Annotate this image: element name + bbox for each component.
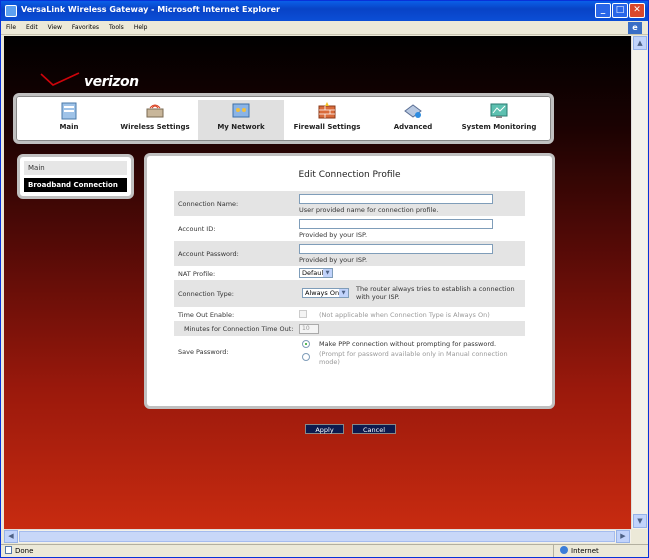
timeout-minutes-label: Minutes for Connection Time Out: (184, 325, 294, 333)
cancel-button[interactable]: Cancel (352, 424, 396, 434)
firewall-icon (318, 102, 336, 119)
close-button[interactable]: ✕ (629, 3, 645, 18)
timeout-enable-row: Time Out Enable: (Not applicable when Co… (174, 307, 525, 321)
timeout-minutes-input[interactable]: 10 (299, 324, 319, 334)
timeout-enable-hint: (Not applicable when Connection Type is … (319, 311, 490, 319)
menu-edit[interactable]: Edit (21, 21, 43, 31)
timeout-enable-label: Time Out Enable: (178, 311, 235, 319)
connection-type-hint: The router always tries to establish a c… (356, 285, 515, 301)
edit-connection-panel: Edit Connection Profile Connection Name:… (144, 153, 555, 434)
account-id-row: Account ID: Provided by your ISP. (174, 216, 525, 241)
sidebar-item-main[interactable]: Main (24, 161, 127, 175)
account-id-label: Account ID: (178, 225, 216, 233)
connection-name-label: Connection Name: (178, 200, 239, 208)
status-text: Done (15, 547, 34, 555)
nav-advanced[interactable]: Advanced (370, 100, 456, 140)
account-password-input[interactable] (299, 244, 493, 254)
save-password-label: Save Password: (178, 348, 229, 356)
logo-word: verizon (84, 74, 139, 90)
save-password-row: Save Password: Make PPP connection witho… (174, 336, 525, 368)
account-password-row: Account Password: Provided by your ISP. (174, 241, 525, 266)
zone-text: Internet (571, 547, 599, 555)
title-bar: VersaLink Wireless Gateway - Microsoft I… (1, 1, 648, 21)
menu-bar: File Edit View Favorites Tools Help e (1, 21, 648, 35)
wireless-settings-icon (146, 104, 164, 118)
connection-type-select[interactable]: Always On ▼ (302, 288, 349, 298)
nav-firewall-settings[interactable]: Firewall Settings (284, 100, 370, 140)
minimize-button[interactable]: _ (595, 3, 611, 18)
scroll-down-icon[interactable]: ▼ (633, 514, 647, 528)
account-id-input[interactable] (299, 219, 493, 229)
connection-type-label: Connection Type: (178, 290, 234, 298)
connection-name-hint: User provided name for connection profil… (299, 206, 439, 214)
page-icon (5, 546, 12, 554)
nat-profile-select[interactable]: Default ▼ (299, 268, 333, 278)
save-password-radio-2[interactable] (302, 353, 310, 361)
nat-profile-row: NAT Profile: Default ▼ (174, 266, 525, 280)
horizontal-scrollbar[interactable]: ◀ ▶ (4, 529, 631, 543)
top-navigation: Main Wireless Settings My Network Firewa… (13, 93, 554, 144)
advanced-icon (404, 104, 422, 118)
horizontal-scroll-thumb[interactable] (19, 531, 615, 542)
browser-window: VersaLink Wireless Gateway - Microsoft I… (0, 0, 649, 558)
nav-my-network[interactable]: My Network (198, 100, 284, 140)
scroll-up-icon[interactable]: ▲ (633, 36, 647, 50)
ie-window-icon (5, 5, 17, 17)
timeout-minutes-row: Minutes for Connection Time Out: 10 (174, 321, 525, 336)
nat-profile-label: NAT Profile: (178, 270, 216, 278)
scroll-left-icon[interactable]: ◀ (4, 530, 18, 543)
menu-file[interactable]: File (1, 21, 21, 31)
connection-type-row: Connection Type: Always On ▼ The router … (174, 280, 525, 307)
account-password-hint: Provided by your ISP. (299, 256, 368, 264)
scroll-right-icon[interactable]: ▶ (616, 530, 630, 543)
vertical-scrollbar[interactable]: ▲ ▼ (631, 36, 647, 529)
nav-system-monitoring[interactable]: System Monitoring (456, 100, 542, 140)
apply-button[interactable]: Apply (305, 424, 344, 434)
side-menu: Main Broadband Connection (17, 154, 134, 199)
menu-tools[interactable]: Tools (104, 21, 129, 31)
nav-wireless-settings[interactable]: Wireless Settings (112, 100, 198, 140)
menu-view[interactable]: View (43, 21, 67, 31)
my-network-icon (232, 103, 250, 118)
connection-name-row: Connection Name: User provided name for … (174, 191, 525, 216)
page-content: verizon Main Wireless Settings My Networ… (4, 36, 631, 529)
menu-favorites[interactable]: Favorites (67, 21, 104, 31)
maximize-button[interactable]: □ (612, 3, 628, 18)
chevron-down-icon: ▼ (323, 269, 332, 277)
status-bar: Done Internet (1, 544, 648, 557)
timeout-enable-checkbox[interactable] (299, 310, 307, 318)
window-title: VersaLink Wireless Gateway - Microsoft I… (21, 5, 280, 14)
account-password-label: Account Password: (178, 250, 239, 258)
save-password-radio-1[interactable] (302, 340, 310, 348)
system-monitoring-icon (490, 103, 508, 118)
menu-help[interactable]: Help (129, 21, 153, 31)
sidebar-item-broadband-connection[interactable]: Broadband Connection (24, 178, 127, 192)
main-icon (61, 102, 77, 120)
windows-logo-icon: e (628, 22, 642, 34)
page-title: Edit Connection Profile (298, 170, 401, 180)
save-password-option-2: (Prompt for password available only in M… (319, 350, 508, 366)
save-password-option-1: Make PPP connection without prompting fo… (319, 340, 497, 348)
account-id-hint: Provided by your ISP. (299, 231, 368, 239)
globe-icon (560, 546, 568, 554)
verizon-check-icon (40, 72, 80, 86)
chevron-down-icon: ▼ (339, 289, 348, 297)
connection-name-input[interactable] (299, 194, 493, 204)
nav-main[interactable]: Main (26, 100, 112, 140)
